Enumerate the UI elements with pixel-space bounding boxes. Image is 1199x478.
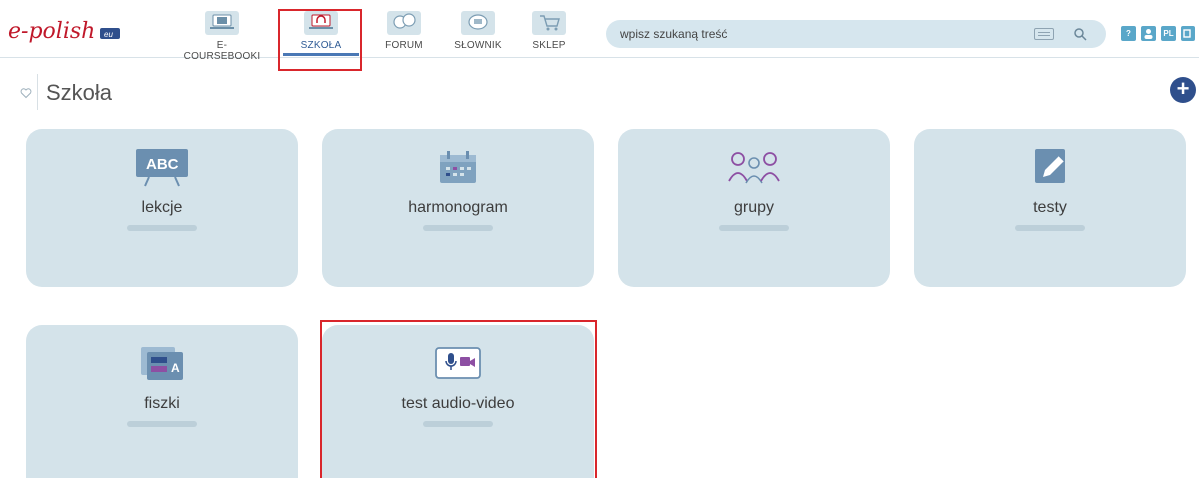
logo-badge: eu [104, 30, 113, 39]
top-navigation-bar: e-polish eu E-COURSEBOOKI SZKOŁA FORUM S… [0, 0, 1199, 62]
active-nav-underline [283, 53, 359, 56]
tile-grupy[interactable]: grupy [618, 129, 890, 287]
tile-progress-bar [719, 225, 789, 231]
nav-e-coursebooki[interactable]: E-COURSEBOOKI [180, 10, 264, 62]
user-icon[interactable] [1141, 26, 1156, 41]
search-icon[interactable] [1073, 27, 1087, 41]
search-input[interactable] [620, 24, 1010, 44]
help-icon[interactable]: ? [1121, 26, 1136, 41]
heart-icon[interactable] [20, 87, 32, 99]
laptop-headphones-icon [304, 11, 338, 35]
tile-label: harmonogram [408, 199, 508, 216]
tile-label: testy [1033, 199, 1067, 216]
logo-text: e-polish [8, 19, 95, 44]
logout-icon[interactable] [1181, 26, 1195, 41]
nav-forum[interactable]: FORUM [362, 10, 446, 60]
tile-label: test audio-video [401, 395, 515, 412]
keyboard-icon[interactable] [1034, 28, 1054, 40]
title-divider [37, 74, 38, 110]
laptop-book-icon [205, 11, 239, 35]
nav-label: FORUM [385, 40, 423, 51]
tile-label: lekcje [141, 199, 183, 216]
search-bar [606, 20, 1106, 48]
tile-progress-bar [1015, 225, 1085, 231]
calendar-icon [440, 151, 476, 183]
tile-progress-bar [127, 225, 197, 231]
nav-label: SKLEP [532, 40, 566, 51]
tile-test-audio-video[interactable]: test audio-video [322, 325, 594, 478]
group-people-icon [728, 152, 780, 184]
add-button[interactable]: + [1170, 77, 1196, 103]
speech-bubbles-icon [387, 11, 421, 35]
shopping-cart-icon [532, 11, 566, 35]
tile-testy[interactable]: testy [914, 129, 1186, 287]
page-header: Szkoła [0, 74, 1199, 112]
tile-lekcje[interactable]: ABC lekcje [26, 129, 298, 287]
tile-label: fiszki [144, 395, 180, 412]
flashcard-letter: A [171, 361, 180, 375]
e-polish-logo[interactable]: e-polish eu [8, 14, 120, 48]
mic-camera-icon [435, 347, 481, 379]
nav-sklep[interactable]: SKLEP [507, 10, 591, 60]
pencil-note-icon [1035, 149, 1065, 183]
abc-board-icon: ABC [136, 149, 188, 187]
page-title: Szkoła [46, 80, 113, 105]
dictionary-bubble-icon [461, 11, 495, 35]
tile-progress-bar [423, 225, 493, 231]
tile-progress-bar [127, 421, 197, 427]
tile-label: grupy [733, 199, 775, 216]
flashcards-icon: A [141, 347, 183, 380]
tile-harmonogram[interactable]: harmonogram [322, 129, 594, 287]
nav-label: E-COURSEBOOKI [183, 40, 261, 62]
tile-fiszki[interactable]: A fiszki [26, 325, 298, 478]
nav-label: SZKOŁA [300, 40, 342, 51]
language-icon[interactable]: PL [1161, 26, 1176, 41]
tile-progress-bar [423, 421, 493, 427]
abc-text: ABC [146, 156, 179, 173]
